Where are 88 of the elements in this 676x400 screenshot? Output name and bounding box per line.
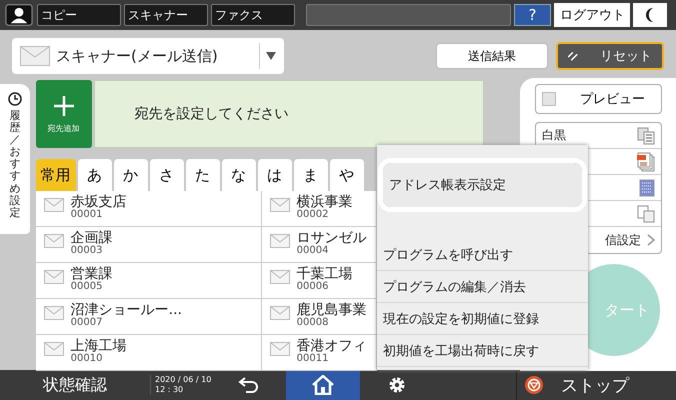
envelope-icon (44, 342, 64, 356)
menu-item[interactable]: プログラムを呼び出す (377, 239, 588, 271)
menu-item[interactable]: アドレス帳表示設定 (383, 163, 582, 207)
add-destination-button[interactable]: 宛先追加 (36, 80, 92, 148)
index-tab[interactable]: や (330, 159, 364, 191)
app-tab[interactable]: スキャナー (124, 4, 208, 26)
logout-button[interactable]: ログアウト (554, 3, 630, 27)
send-result-button[interactable]: 送信結果 (436, 43, 548, 69)
help-button[interactable]: ? (514, 4, 551, 26)
app-tab[interactable]: ファクス (211, 4, 295, 26)
envelope-icon (270, 198, 290, 212)
preview-checkbox[interactable] (542, 92, 556, 106)
settings-icon (388, 376, 406, 394)
prompt-text: 宛先を設定してください (134, 105, 289, 123)
entry-name: 赤坂支店 (70, 195, 127, 210)
address-entry[interactable]: ロサンゼル 00004 (262, 227, 377, 263)
app-tab[interactable]: コピー (37, 4, 121, 26)
color-mode-icon (637, 126, 655, 144)
stop-icon (525, 376, 543, 394)
envelope-icon (270, 234, 290, 248)
back-arrow-icon (238, 377, 260, 393)
address-entry[interactable]: 営業課 00005 (36, 263, 262, 299)
menu-item[interactable]: 現在の設定を初期値に登録 (377, 303, 588, 335)
index-tab[interactable]: さ (150, 159, 184, 191)
index-tab[interactable]: た (186, 159, 220, 191)
address-entry[interactable]: 横浜事業 00002 (262, 191, 377, 227)
entry-name: 企画課 (70, 231, 113, 246)
date-text: 2020 / 06 / 10 (155, 375, 212, 385)
entry-name: 沼津ショールー... (70, 303, 182, 318)
file-type-icon (637, 152, 655, 172)
entry-name: 営業課 (70, 267, 113, 282)
entry-number: 00004 (296, 246, 330, 256)
entry-number: 00005 (70, 282, 104, 292)
more-settings-label: 信設定 (605, 232, 641, 248)
entry-name: 横浜事業 (296, 195, 353, 210)
history-side-tab[interactable]: 履歴／おすすめ設定 (0, 84, 30, 234)
entry-number: 00006 (296, 282, 330, 292)
address-entry[interactable]: 企画課 00003 (36, 227, 262, 263)
dropdown-caret-icon (266, 52, 276, 60)
side-tab-label: 履歴／おすすめ設定 (9, 110, 20, 219)
entry-number: 00011 (296, 354, 330, 364)
entry-number: 00007 (70, 318, 104, 328)
menu-item[interactable]: 初期値を工場出荷時に戻す (377, 335, 588, 367)
envelope-icon (44, 270, 64, 284)
home-icon (312, 375, 334, 395)
entry-name: 上海工場 (70, 339, 127, 354)
reset-icon (568, 49, 578, 63)
address-entry[interactable]: 沼津ショールー... 00007 (36, 299, 262, 335)
index-tab[interactable]: 常用 (36, 159, 76, 191)
time-text: 12 : 30 (155, 385, 184, 395)
index-tab[interactable]: は (258, 159, 292, 191)
sleep-button[interactable] (633, 3, 667, 27)
pages-icon (637, 204, 655, 222)
address-entry[interactable]: 鹿児島事業 00008 (262, 299, 377, 335)
envelope-icon (44, 234, 64, 248)
clock-icon (8, 92, 22, 106)
mode-selector[interactable]: スキャナー(メール送信) (12, 38, 284, 74)
entry-name: 千葉工場 (296, 267, 353, 282)
menu-item[interactable]: プログラムの編集／消去 (377, 271, 588, 303)
setting-label: 白黒 (542, 127, 566, 144)
envelope-icon (270, 306, 290, 320)
envelope-icon (44, 198, 64, 212)
index-tab[interactable]: か (114, 159, 148, 191)
index-tab[interactable]: ま (294, 159, 328, 191)
index-tab[interactable]: な (222, 159, 256, 191)
chevron-right-icon (647, 234, 655, 246)
address-entry[interactable]: 千葉工場 00006 (262, 263, 377, 299)
preview-button[interactable]: プレビュー (535, 84, 662, 114)
envelope-icon (44, 306, 64, 320)
address-entry[interactable]: 赤坂支店 00001 (36, 191, 262, 227)
entry-number: 00010 (70, 354, 104, 364)
entry-name: 香港オフィ (296, 339, 367, 354)
envelope-icon (20, 46, 50, 66)
entry-number: 00001 (70, 210, 104, 220)
reset-button[interactable]: リセット (556, 42, 664, 70)
home-button[interactable] (286, 370, 360, 400)
plus-icon (52, 94, 75, 116)
mode-label: スキャナー(メール送信) (56, 46, 219, 66)
envelope-icon (270, 342, 290, 356)
entry-number: 00008 (296, 318, 330, 328)
envelope-icon (270, 270, 290, 284)
entry-number: 00003 (70, 246, 104, 256)
user-icon[interactable] (4, 4, 34, 26)
entry-number: 00002 (296, 210, 330, 220)
index-tab[interactable]: あ (78, 159, 112, 191)
resolution-icon (639, 178, 655, 196)
entry-name: ロサンゼル (296, 231, 367, 246)
entry-name: 鹿児島事業 (296, 303, 367, 318)
